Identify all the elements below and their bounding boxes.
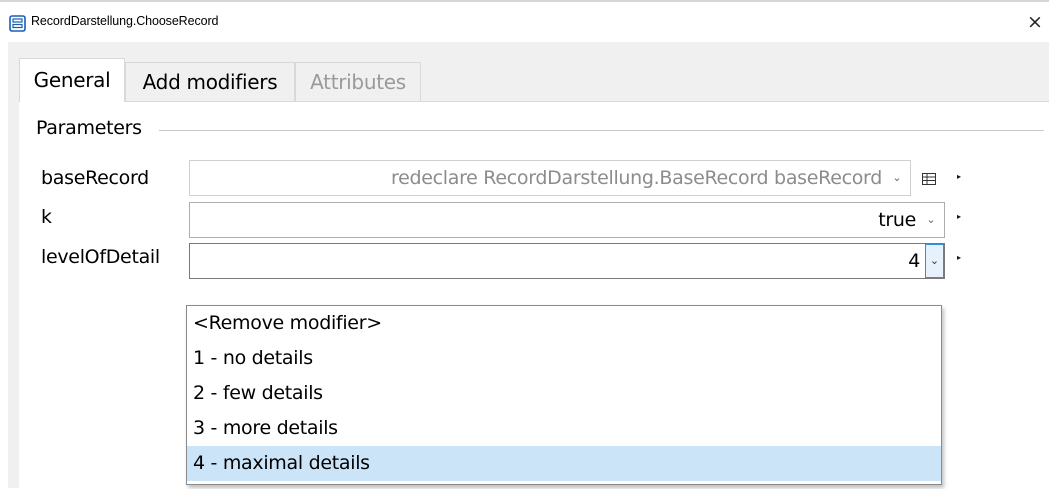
baseRecord-value: redeclare RecordDarstellung.BaseRecord b… (390, 167, 882, 189)
dialog-body: General Add modifiers Attributes Paramet… (8, 42, 1049, 489)
window-title: RecordDarstellung.ChooseRecord (31, 14, 219, 28)
tab-attributes: Attributes (295, 62, 421, 101)
param-label-k: k (41, 206, 52, 228)
chevron-down-icon[interactable]: ⌄ (924, 203, 938, 237)
baseRecord-combobox: redeclare RecordDarstellung.BaseRecord b… (189, 160, 911, 196)
dropdown-option-2[interactable]: 2 - few details (187, 376, 941, 411)
dropdown-option-3[interactable]: 3 - more details (187, 411, 941, 446)
parameters-group-label: Parameters (36, 117, 146, 139)
k-value: true (878, 209, 916, 231)
triangle-right-icon[interactable]: ▸ (957, 212, 961, 221)
close-icon[interactable]: × (1022, 8, 1048, 36)
title-bar: RecordDarstellung.ChooseRecord × (0, 2, 1049, 42)
levelOfDetail-dropdown-list: <Remove modifier> 1 - no details 2 - few… (186, 305, 942, 485)
dropdown-option-1[interactable]: 1 - no details (187, 341, 941, 376)
triangle-right-icon[interactable]: ▸ (957, 172, 961, 181)
tab-add-modifiers[interactable]: Add modifiers (125, 62, 295, 101)
k-combobox[interactable]: true ⌄ (189, 202, 945, 238)
param-label-baseRecord: baseRecord (41, 167, 149, 189)
levelOfDetail-value: 4 (908, 250, 920, 272)
chevron-down-icon[interactable]: ⌄ (925, 244, 944, 278)
chevron-down-icon: ⌄ (892, 171, 902, 184)
levelOfDetail-combobox[interactable]: 4 ⌄ (189, 243, 945, 279)
group-divider (159, 130, 1044, 131)
dropdown-option-4[interactable]: 4 - maximal details (187, 446, 941, 481)
record-icon (9, 15, 26, 32)
table-icon[interactable] (922, 171, 936, 185)
triangle-right-icon[interactable]: ▸ (957, 253, 961, 262)
param-label-levelOfDetail: levelOfDetail (41, 246, 160, 268)
dropdown-option-remove-modifier[interactable]: <Remove modifier> (187, 306, 941, 341)
tab-general[interactable]: General (19, 58, 125, 102)
